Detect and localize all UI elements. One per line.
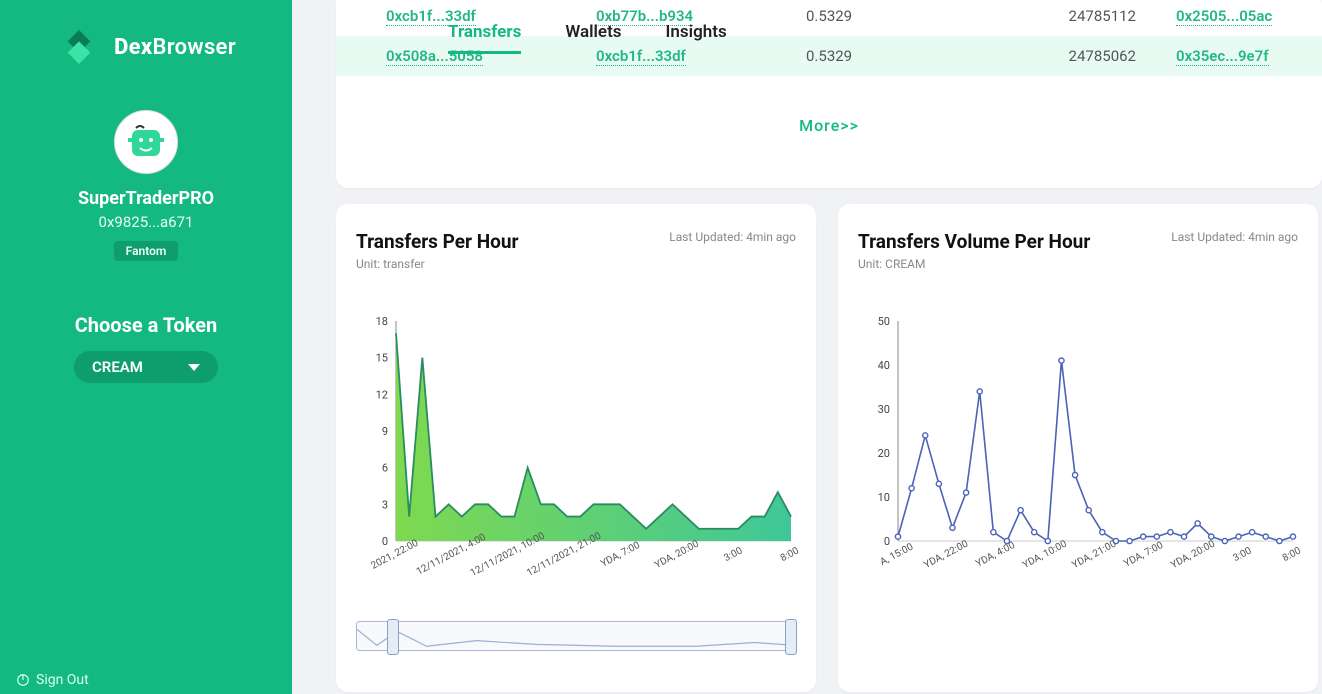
- svg-text:YDA, 4:00: YDA, 4:00: [974, 540, 1017, 570]
- wallet-address[interactable]: 0x9825...a671: [99, 213, 194, 231]
- svg-text:3:00: 3:00: [1231, 545, 1254, 564]
- svg-text:10: 10: [878, 491, 890, 504]
- amount-cell: 0.5329: [806, 47, 976, 65]
- amount-cell: 0.5329: [806, 7, 976, 25]
- svg-text:3:00: 3:00: [722, 545, 745, 564]
- chart-title: Transfers Volume Per Hour: [858, 230, 1090, 253]
- chain-badge[interactable]: Fantom: [114, 241, 179, 261]
- main-content: Transfers Wallets Insights 0xcb1f...33df…: [292, 0, 1322, 694]
- chart-updated: Last Updated: 4min ago: [1171, 230, 1298, 244]
- block-cell: 24785062: [976, 47, 1176, 65]
- token-selected-label: CREAM: [92, 358, 143, 376]
- chart-area[interactable]: 03691215182021, 22:0012/11/2021, 4:0012/…: [356, 321, 796, 581]
- tab-insights[interactable]: Insights: [666, 22, 727, 54]
- svg-text:12: 12: [376, 388, 388, 401]
- svg-text:YDA, 21:00: YDA, 21:00: [1070, 538, 1118, 571]
- chart-card-transfers-per-hour: Transfers Per Hour Last Updated: 4min ag…: [336, 204, 816, 692]
- chart-unit: Unit: CREAM: [858, 257, 1298, 271]
- chart-card-volume-per-hour: Transfers Volume Per Hour Last Updated: …: [838, 204, 1318, 692]
- svg-text:YDA, 22:00: YDA, 22:00: [922, 538, 970, 571]
- brand: DexBrowser: [56, 24, 236, 70]
- brand-name: DexBrowser: [114, 35, 236, 60]
- svg-text:40: 40: [878, 359, 890, 372]
- power-icon: [16, 673, 30, 687]
- block-cell: 24785112: [976, 7, 1176, 25]
- sign-out-link[interactable]: Sign Out: [16, 672, 89, 688]
- sidebar: DexBrowser SuperTraderPRO 0x9825...a671 …: [0, 0, 292, 694]
- svg-text:2021, 22:00: 2021, 22:00: [369, 538, 420, 572]
- brush-slider[interactable]: [356, 621, 796, 651]
- svg-text:YDA, 20:00: YDA, 20:00: [653, 538, 701, 571]
- svg-text:6: 6: [382, 462, 388, 475]
- svg-text:3: 3: [382, 498, 388, 511]
- tx-hash-link[interactable]: 0x35ec...9e7f: [1176, 47, 1269, 66]
- more-link[interactable]: More>>: [336, 116, 1322, 135]
- svg-text:50: 50: [878, 315, 890, 328]
- chart-title: Transfers Per Hour: [356, 230, 518, 253]
- svg-text:15: 15: [376, 352, 388, 365]
- svg-text:0: 0: [884, 535, 890, 548]
- username: SuperTraderPRO: [78, 188, 214, 209]
- brand-logo-icon: [56, 24, 102, 70]
- chevron-down-icon: [188, 364, 200, 371]
- tx-hash-link[interactable]: 0x2505...05ac: [1176, 7, 1272, 26]
- tabs: Transfers Wallets Insights: [448, 22, 727, 54]
- svg-text:YDA, 20:00: YDA, 20:00: [1169, 538, 1217, 571]
- chart-area[interactable]: 01020304050A, 15:00YDA, 22:00YDA, 4:00YD…: [858, 321, 1298, 581]
- svg-text:YDA, 7:00: YDA, 7:00: [1122, 540, 1165, 570]
- brush-handle-left[interactable]: [387, 619, 399, 655]
- chart-unit: Unit: transfer: [356, 257, 796, 271]
- svg-text:YDA, 7:00: YDA, 7:00: [599, 540, 642, 570]
- tab-wallets[interactable]: Wallets: [565, 22, 621, 54]
- brush-handle-right[interactable]: [785, 619, 797, 655]
- token-select[interactable]: CREAM: [74, 351, 218, 383]
- svg-text:8:00: 8:00: [779, 545, 802, 564]
- svg-text:8:00: 8:00: [1281, 545, 1304, 564]
- svg-text:YDA, 10:00: YDA, 10:00: [1021, 538, 1069, 571]
- chart-updated: Last Updated: 4min ago: [669, 230, 796, 244]
- avatar[interactable]: [114, 110, 178, 174]
- svg-text:20: 20: [878, 447, 890, 460]
- svg-text:30: 30: [878, 403, 890, 416]
- svg-text:18: 18: [376, 315, 388, 328]
- tab-transfers[interactable]: Transfers: [448, 22, 521, 54]
- choose-token-label: Choose a Token: [75, 313, 218, 337]
- svg-text:0: 0: [382, 535, 388, 548]
- svg-text:9: 9: [382, 425, 388, 438]
